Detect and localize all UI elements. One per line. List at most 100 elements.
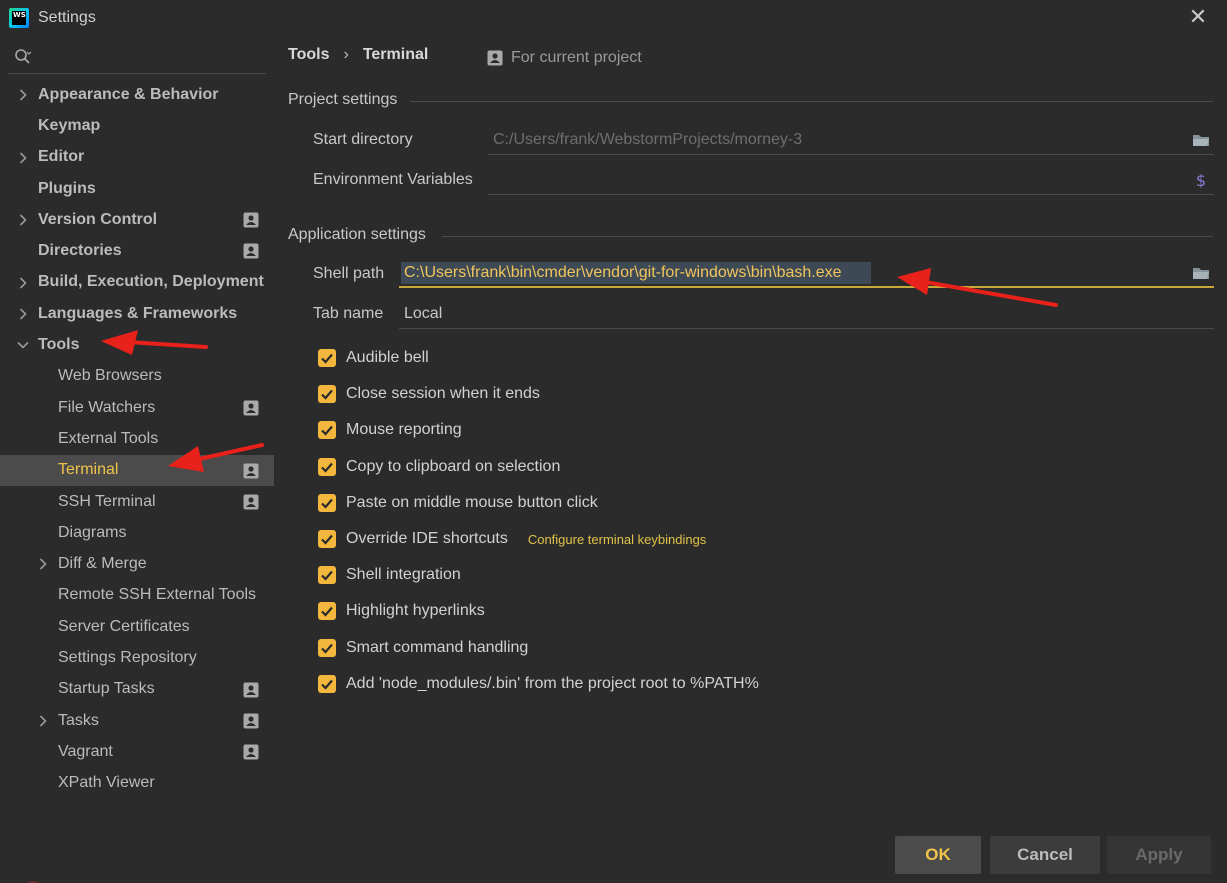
checkbox[interactable] bbox=[318, 349, 336, 368]
help-icon[interactable]: ? bbox=[20, 879, 46, 883]
sidebar-item-label: Directories bbox=[38, 242, 122, 260]
svg-text:$: $ bbox=[1196, 172, 1206, 188]
start-directory-input[interactable] bbox=[493, 129, 1173, 151]
checkmark-icon bbox=[321, 607, 333, 618]
option-row: Paste on middle mouse button click bbox=[318, 485, 759, 521]
tab-name-input[interactable] bbox=[404, 303, 1084, 325]
option-label[interactable]: Audible bell bbox=[346, 349, 429, 367]
checkmark-icon bbox=[321, 353, 333, 364]
checkbox[interactable] bbox=[318, 566, 336, 585]
sidebar-item-appearance-behavior[interactable]: Appearance & Behavior bbox=[0, 79, 274, 110]
option-row: Copy to clipboard on selection bbox=[318, 449, 759, 485]
settings-tree: Appearance & Behavior Keymap Editor Plugins… bbox=[0, 79, 274, 799]
sidebar-item-diagrams[interactable]: Diagrams bbox=[0, 517, 274, 548]
close-icon[interactable]: ✕ bbox=[1187, 5, 1209, 29]
checkmark-icon bbox=[321, 570, 333, 581]
env-vars-field[interactable]: $ bbox=[488, 165, 1214, 195]
sidebar-item-label: File Watchers bbox=[58, 398, 156, 416]
terminal-options: Audible bell Close session when it ends Mo… bbox=[318, 340, 759, 702]
checkmark-icon bbox=[321, 462, 333, 473]
sidebar-item-settings-repository[interactable]: Settings Repository bbox=[0, 642, 274, 673]
chevron-right-icon[interactable] bbox=[16, 213, 30, 227]
option-row: Smart command handling bbox=[318, 630, 759, 666]
sidebar-item-vagrant[interactable]: Vagrant bbox=[0, 736, 274, 767]
sidebar-item-tools[interactable]: Tools bbox=[0, 329, 274, 360]
checkbox[interactable] bbox=[318, 457, 336, 476]
option-label[interactable]: Highlight hyperlinks bbox=[346, 602, 485, 620]
section-divider bbox=[410, 101, 1213, 102]
option-row: Add 'node_modules/.bin' from the project… bbox=[318, 666, 759, 702]
chevron-right-icon[interactable] bbox=[16, 276, 30, 290]
start-directory-label: Start directory bbox=[313, 131, 413, 148]
settings-search[interactable] bbox=[8, 42, 266, 74]
env-vars-input[interactable] bbox=[493, 169, 1173, 191]
breadcrumb-parent[interactable]: Tools bbox=[288, 46, 329, 64]
checkbox[interactable] bbox=[318, 493, 336, 512]
option-label[interactable]: Smart command handling bbox=[346, 639, 528, 657]
checkmark-icon bbox=[321, 643, 333, 654]
env-vars-label: Environment Variables bbox=[313, 171, 473, 188]
checkbox[interactable] bbox=[318, 602, 336, 621]
sidebar-item-plugins[interactable]: Plugins bbox=[0, 173, 274, 204]
sidebar-item-languages-frameworks[interactable]: Languages & Frameworks bbox=[0, 298, 274, 329]
chevron-down-icon[interactable] bbox=[16, 338, 30, 352]
sidebar-item-tasks[interactable]: Tasks bbox=[0, 705, 274, 736]
checkbox[interactable] bbox=[318, 674, 336, 693]
start-directory-field[interactable] bbox=[488, 125, 1214, 155]
checkbox[interactable] bbox=[318, 385, 336, 404]
chevron-right-icon[interactable] bbox=[16, 307, 30, 321]
ok-button[interactable]: OK bbox=[895, 836, 981, 874]
shell-path-field[interactable] bbox=[399, 258, 1214, 288]
search-input[interactable] bbox=[40, 46, 260, 70]
sidebar-item-label: Tasks bbox=[58, 711, 99, 729]
sidebar-item-editor[interactable]: Editor bbox=[0, 142, 274, 173]
option-label[interactable]: Close session when it ends bbox=[346, 385, 540, 403]
option-label[interactable]: Copy to clipboard on selection bbox=[346, 458, 560, 476]
sidebar-item-label: Terminal bbox=[58, 461, 119, 479]
sidebar-item-directories[interactable]: Directories bbox=[0, 235, 274, 266]
option-label[interactable]: Paste on middle mouse button click bbox=[346, 494, 598, 512]
cancel-button[interactable]: Cancel bbox=[990, 836, 1100, 874]
project-scope-icon bbox=[243, 744, 259, 760]
chevron-right-icon[interactable] bbox=[36, 557, 50, 571]
scope-label: For current project bbox=[511, 49, 642, 66]
sidebar-item-label: Settings Repository bbox=[58, 648, 197, 666]
sidebar-item-xpath-viewer[interactable]: XPath Viewer bbox=[0, 768, 274, 799]
sidebar-item-startup-tasks[interactable]: Startup Tasks bbox=[0, 674, 274, 705]
checkbox[interactable] bbox=[318, 530, 336, 549]
sidebar-item-external-tools[interactable]: External Tools bbox=[0, 423, 274, 454]
chevron-right-icon[interactable] bbox=[16, 151, 30, 165]
sidebar-item-diff-merge[interactable]: Diff & Merge bbox=[0, 548, 274, 579]
apply-button[interactable]: Apply bbox=[1107, 836, 1211, 874]
tab-name-field[interactable] bbox=[399, 299, 1214, 329]
sidebar-item-label: Editor bbox=[38, 148, 85, 166]
checkbox[interactable] bbox=[318, 638, 336, 657]
sidebar-item-web-browsers[interactable]: Web Browsers bbox=[0, 361, 274, 392]
folder-icon[interactable] bbox=[1192, 132, 1210, 148]
chevron-right-icon[interactable] bbox=[16, 88, 30, 102]
shell-path-input[interactable] bbox=[404, 262, 1164, 284]
sidebar-item-build-execution-deployment[interactable]: Build, Execution, Deployment bbox=[0, 267, 274, 298]
option-label[interactable]: Add 'node_modules/.bin' from the project… bbox=[346, 675, 759, 693]
sidebar-item-label: Languages & Frameworks bbox=[38, 304, 238, 322]
sidebar-item-ssh-terminal[interactable]: SSH Terminal bbox=[0, 486, 274, 517]
configure-keybindings-link[interactable]: Configure terminal keybindings bbox=[528, 532, 706, 547]
sidebar-item-remote-ssh-external-tools[interactable]: Remote SSH External Tools bbox=[0, 580, 274, 611]
checkmark-icon bbox=[321, 498, 333, 509]
option-label[interactable]: Mouse reporting bbox=[346, 421, 462, 439]
project-scope-icon bbox=[243, 400, 259, 416]
dollar-icon[interactable]: $ bbox=[1192, 172, 1210, 188]
option-label[interactable]: Shell integration bbox=[346, 566, 461, 584]
settings-sidebar: Appearance & Behavior Keymap Editor Plugins… bbox=[0, 36, 274, 883]
checkbox[interactable] bbox=[318, 421, 336, 440]
chevron-right-icon[interactable] bbox=[36, 714, 50, 728]
sidebar-item-label: XPath Viewer bbox=[58, 774, 155, 792]
sidebar-item-server-certificates[interactable]: Server Certificates bbox=[0, 611, 274, 642]
sidebar-item-terminal[interactable]: Terminal bbox=[0, 454, 274, 486]
sidebar-item-keymap[interactable]: Keymap bbox=[0, 110, 274, 141]
sidebar-item-version-control[interactable]: Version Control bbox=[0, 204, 274, 235]
sidebar-item-label: Keymap bbox=[38, 116, 101, 134]
sidebar-item-file-watchers[interactable]: File Watchers bbox=[0, 392, 274, 423]
option-label[interactable]: Override IDE shortcuts bbox=[346, 530, 508, 548]
folder-icon[interactable] bbox=[1192, 265, 1210, 281]
